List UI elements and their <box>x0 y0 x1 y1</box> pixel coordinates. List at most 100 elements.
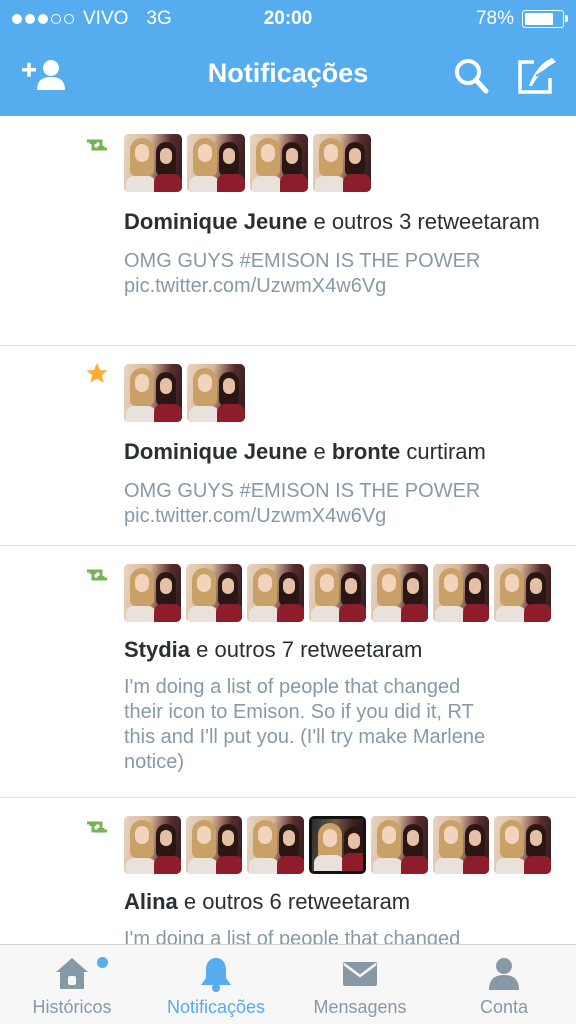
avatar-part <box>221 830 234 846</box>
avatar-part <box>223 378 235 394</box>
notification-action: e outros 3 retweetaram <box>307 209 540 234</box>
avatar[interactable] <box>187 364 245 422</box>
notification-item[interactable]: Dominique Jeune e outros 3 retweetaram O… <box>0 116 576 346</box>
avatar-part <box>198 374 212 392</box>
avatar-part <box>160 830 172 846</box>
avatar-row <box>124 816 556 874</box>
avatar[interactable] <box>247 816 305 874</box>
avatar-part <box>277 604 305 622</box>
tweet-text[interactable]: I'm doing a list of people that changed … <box>124 675 556 775</box>
avatar-part <box>249 606 280 622</box>
compose-button[interactable] <box>512 54 560 98</box>
avatar[interactable] <box>185 816 243 874</box>
avatar-part <box>434 606 465 622</box>
avatar-part <box>496 858 527 874</box>
tweet-text[interactable]: OMG GUYS #EMISON IS THE POWER pic.twitte… <box>124 249 556 299</box>
avatar-part <box>468 830 481 846</box>
tab-label: Mensagens <box>313 997 407 1017</box>
actor-name[interactable]: bronte <box>332 439 400 464</box>
avatar[interactable] <box>370 564 428 622</box>
avatar[interactable] <box>309 564 366 622</box>
avatar[interactable] <box>494 564 552 622</box>
avatar[interactable] <box>124 364 182 422</box>
avatar-part <box>400 604 428 622</box>
actor-name[interactable]: Dominique Jeune <box>124 439 307 464</box>
tweet-line: I'm doing a list of people that changed <box>124 928 461 944</box>
avatar-part <box>462 604 490 622</box>
avatar-part <box>530 578 543 594</box>
avatar[interactable] <box>370 816 428 874</box>
avatar-part <box>187 858 218 874</box>
avatar[interactable] <box>250 134 308 192</box>
notification-item[interactable]: Alina e outros 6 retweetaram I'm doing a… <box>0 798 576 944</box>
bell-icon <box>201 958 231 992</box>
avatar[interactable] <box>124 816 181 874</box>
avatar-part <box>320 574 335 592</box>
tab-notificacoes[interactable]: Notificações <box>144 945 288 1024</box>
tab-conta[interactable]: Conta <box>432 945 576 1024</box>
avatar-part <box>283 830 296 846</box>
avatar[interactable] <box>124 134 182 192</box>
avatar-part <box>530 830 543 846</box>
avatar-part <box>217 404 245 422</box>
avatar-part <box>348 833 361 849</box>
avatar-part <box>135 144 149 162</box>
tweet-link[interactable]: pic.twitter.com/UzwmX4w6Vg <box>124 274 556 299</box>
retweet-icon <box>87 569 107 581</box>
tweet-line: this and I'll put you. (I'll try make Ma… <box>124 726 486 748</box>
avatar[interactable] <box>185 564 243 622</box>
notification-item[interactable]: Dominique Jeune e bronte curtiram OMG GU… <box>0 346 576 546</box>
avatar[interactable] <box>309 816 366 874</box>
avatar-part <box>277 856 305 874</box>
avatar-part <box>468 578 481 594</box>
search-button[interactable] <box>448 54 496 98</box>
unread-badge <box>97 957 108 968</box>
avatar-part <box>126 406 156 422</box>
tweet-line: OMG GUYS #EMISON IS THE POWER <box>124 480 481 502</box>
notification-action: e outros 6 retweetaram <box>177 889 411 914</box>
notification-title: Dominique Jeune e outros 3 retweetaram <box>124 206 556 237</box>
tweet-text[interactable]: I'm doing a list of people that changed <box>124 927 556 944</box>
avatar-row <box>124 364 556 422</box>
avatar-part <box>198 144 212 162</box>
avatar[interactable] <box>432 564 490 622</box>
avatar[interactable] <box>432 816 490 874</box>
tab-bar: Históricos Notificações Mensagens Conta <box>0 944 576 1024</box>
tweet-link[interactable]: pic.twitter.com/UzwmX4w6Vg <box>124 504 556 529</box>
avatar-part <box>443 574 458 592</box>
tab-historicos[interactable]: Históricos <box>0 945 144 1024</box>
avatar-part <box>524 856 551 874</box>
tweet-line: their icon to Emison. So if you did it, … <box>124 701 474 723</box>
actor-name[interactable]: Alina <box>124 889 178 914</box>
actor-name[interactable]: Dominique Jeune <box>124 209 307 234</box>
avatar-part <box>324 144 338 162</box>
avatar-part <box>505 826 520 844</box>
avatar-part <box>126 176 156 192</box>
tab-mensagens[interactable]: Mensagens <box>288 945 432 1024</box>
avatar-part <box>135 374 149 392</box>
tweet-text[interactable]: OMG GUYS #EMISON IS THE POWER pic.twitte… <box>124 479 556 529</box>
notification-item[interactable]: Stydia e outros 7 retweetaram I'm doing … <box>0 546 576 798</box>
avatar[interactable] <box>187 134 245 192</box>
avatar[interactable] <box>124 564 181 622</box>
star-icon <box>86 363 108 383</box>
notification-action: curtiram <box>400 439 486 464</box>
avatar-part <box>283 578 296 594</box>
avatar-part <box>345 578 358 594</box>
actor-name[interactable]: Stydia <box>124 637 190 662</box>
battery-percent: 78% <box>475 8 514 29</box>
avatar-part <box>443 826 458 844</box>
home-icon <box>56 958 88 989</box>
avatar-part <box>160 578 172 594</box>
avatar[interactable] <box>313 134 371 192</box>
avatar[interactable] <box>494 816 551 874</box>
avatar-part <box>160 378 172 394</box>
notifications-list[interactable]: Dominique Jeune e outros 3 retweetaram O… <box>0 116 576 944</box>
avatar-part <box>154 604 181 622</box>
avatar-part <box>406 830 419 846</box>
search-icon <box>455 59 489 94</box>
avatar-part <box>434 858 465 874</box>
avatar-part <box>400 856 428 874</box>
avatar[interactable] <box>247 564 305 622</box>
tab-label: Notificações <box>166 997 266 1017</box>
